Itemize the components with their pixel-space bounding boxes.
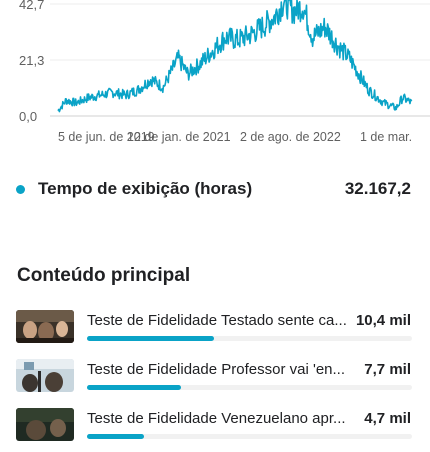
content-title: Teste de Fidelidade Professor vai 'en... xyxy=(87,361,346,378)
metric-row[interactable]: Tempo de exibição (horas) 32.167,2 xyxy=(0,172,430,208)
share-bar-fill xyxy=(87,434,145,439)
watch-time-chart: 42,7 21,3 0,0 5 de jun. de 2019 12 de ja… xyxy=(19,0,430,144)
share-bar-fill xyxy=(87,336,214,341)
video-thumbnail xyxy=(16,408,74,441)
metric-value: 32.167,2 xyxy=(344,179,411,198)
video-thumbnail xyxy=(16,359,74,392)
section-title: Conteúdo principal xyxy=(17,265,191,286)
share-bar-fill xyxy=(87,385,181,390)
video-thumbnail xyxy=(16,310,74,343)
y-tick-label: 42,7 xyxy=(19,0,44,12)
chart-gridlines xyxy=(50,3,430,117)
content-item[interactable]: Teste de Fidelidade Venezuelano apr... 4… xyxy=(0,408,430,452)
metric-color-dot xyxy=(16,185,25,194)
y-tick-label: 21,3 xyxy=(19,53,44,68)
content-value: 7,7 mil xyxy=(364,361,411,378)
share-bar-track xyxy=(87,434,412,439)
share-bar-track xyxy=(87,336,412,341)
x-tick-label: 2 de ago. de 2022 xyxy=(240,130,341,144)
y-tick-label: 0,0 xyxy=(19,109,37,124)
metric-label: Tempo de exibição (horas) xyxy=(38,179,253,198)
content-item[interactable]: Teste de Fidelidade Professor vai 'en...… xyxy=(0,359,430,403)
content-title: Teste de Fidelidade Venezuelano apr... xyxy=(87,410,346,427)
x-tick-label: 1 de mar. xyxy=(360,130,412,144)
x-tick-label: 12 de jan. de 2021 xyxy=(127,130,231,144)
series-layer xyxy=(57,0,413,113)
series-line xyxy=(57,0,413,113)
content-value: 4,7 mil xyxy=(364,410,411,427)
content-value: 10,4 mil xyxy=(355,312,411,329)
content-item[interactable]: Teste de Fidelidade Testado sente ca... … xyxy=(0,310,430,354)
share-bar-track xyxy=(87,385,412,390)
content-title: Teste de Fidelidade Testado sente ca... xyxy=(87,312,347,329)
